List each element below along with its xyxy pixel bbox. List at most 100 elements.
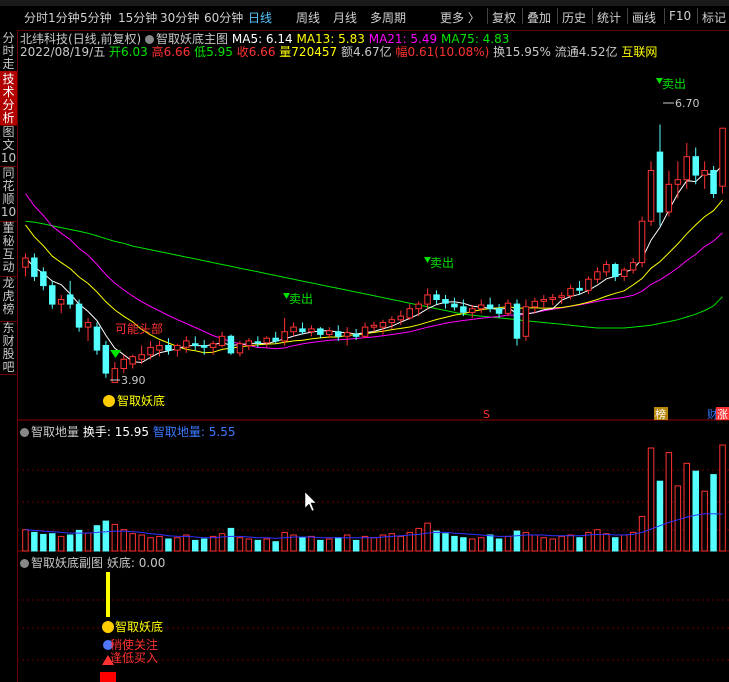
candle-body	[183, 340, 190, 348]
candle-body	[576, 287, 583, 291]
volume-bar	[129, 533, 136, 552]
volume-bar	[504, 535, 512, 552]
candle-body	[40, 271, 47, 287]
candle-body	[424, 294, 431, 305]
bang-label: 榜	[655, 407, 666, 421]
volume-bar	[138, 534, 145, 552]
volume-bar	[245, 538, 253, 552]
candle-body	[335, 331, 342, 337]
candle-body	[200, 345, 208, 348]
volume-bar	[370, 537, 378, 552]
volume-bar	[227, 527, 235, 552]
candle-body	[263, 337, 270, 344]
candle-body	[192, 343, 199, 347]
yaodi-label: 智取妖底	[117, 393, 165, 408]
volume-bar	[263, 538, 270, 552]
kline-chart[interactable]: 卖出卖出卖出可能头部3.906.70智取妖底S 榜财涨智取妖底稍使关注逢低买入	[0, 0, 729, 682]
candle-body	[218, 335, 226, 346]
volume-bar	[621, 534, 628, 552]
volume-bar	[218, 533, 226, 552]
candle-body	[710, 170, 717, 194]
volume-bar	[692, 470, 699, 552]
volume-bar	[469, 538, 476, 552]
candle-body	[522, 306, 530, 337]
candle-body	[719, 127, 726, 187]
volume-bar	[415, 527, 422, 552]
candle-body	[701, 170, 708, 176]
candle-body	[540, 299, 547, 302]
candle-body	[326, 330, 333, 335]
candle-body	[594, 271, 601, 280]
volume-bar	[701, 490, 708, 552]
volume-bar	[31, 531, 38, 552]
sub-yaodi-label: 智取妖底	[115, 619, 163, 634]
candle-body	[281, 331, 288, 342]
volume-bar	[361, 535, 369, 552]
candle-body	[93, 326, 101, 351]
candle-body	[299, 328, 306, 333]
volume-bar	[433, 530, 440, 552]
volume-bar	[674, 485, 682, 552]
volume-bar	[281, 531, 288, 552]
candle-body	[308, 328, 315, 333]
candle-body	[75, 303, 83, 328]
volume-bar	[84, 532, 92, 552]
candle-body	[567, 287, 574, 297]
candle-body	[495, 308, 503, 314]
candle-body	[442, 299, 449, 304]
candle-body	[656, 151, 664, 213]
volume-bar	[174, 537, 181, 552]
volume-bar	[66, 534, 74, 552]
candle-body	[120, 358, 127, 369]
candle-body	[531, 300, 539, 308]
candle-body	[388, 319, 396, 324]
candle-body	[406, 308, 413, 319]
candle-body	[603, 264, 610, 273]
volume-bar	[540, 537, 547, 552]
volume-bar	[156, 535, 163, 552]
candle-body	[227, 335, 235, 354]
volume-bar	[549, 538, 556, 552]
candle-body	[84, 322, 92, 328]
candle-body	[379, 322, 387, 328]
buy-label: 逢低买入	[110, 651, 158, 665]
volume-bar	[665, 452, 673, 552]
candle-body	[692, 156, 699, 176]
candle-body	[57, 299, 65, 305]
candle-body	[415, 303, 422, 310]
candle-body	[156, 345, 163, 351]
volume-bar	[200, 538, 208, 552]
volume-bar	[683, 462, 690, 552]
volume-bar	[451, 535, 458, 552]
volume-bar	[531, 534, 539, 552]
candle-body	[272, 337, 279, 342]
volume-bar	[629, 531, 637, 552]
volume-bar	[576, 537, 583, 552]
volume-bar	[192, 539, 199, 552]
candle-body	[683, 156, 690, 181]
candle-body	[478, 304, 485, 310]
candle-body	[674, 179, 682, 185]
volume-bar	[57, 535, 65, 552]
volume-bar	[120, 529, 127, 552]
candle-body	[165, 345, 172, 351]
candle-body	[460, 306, 467, 313]
candle-body	[397, 315, 404, 321]
candle-body	[504, 302, 512, 314]
volume-bar	[638, 515, 646, 552]
candle-body	[638, 220, 646, 264]
volume-bar	[317, 539, 324, 552]
volume-bar	[397, 535, 404, 552]
high-price-label: 6.70	[675, 97, 700, 110]
candle-body	[343, 332, 351, 337]
candle-body	[585, 278, 592, 291]
focus-label: 稍使关注	[110, 637, 158, 652]
candle-body	[469, 308, 476, 313]
volume-bar	[326, 538, 333, 552]
candle-body	[138, 354, 145, 360]
volume-bar	[424, 522, 431, 552]
volume-bar	[22, 529, 29, 552]
volume-bar	[647, 447, 655, 552]
down-arrow-icon	[110, 350, 121, 358]
volume-bar	[272, 541, 279, 552]
